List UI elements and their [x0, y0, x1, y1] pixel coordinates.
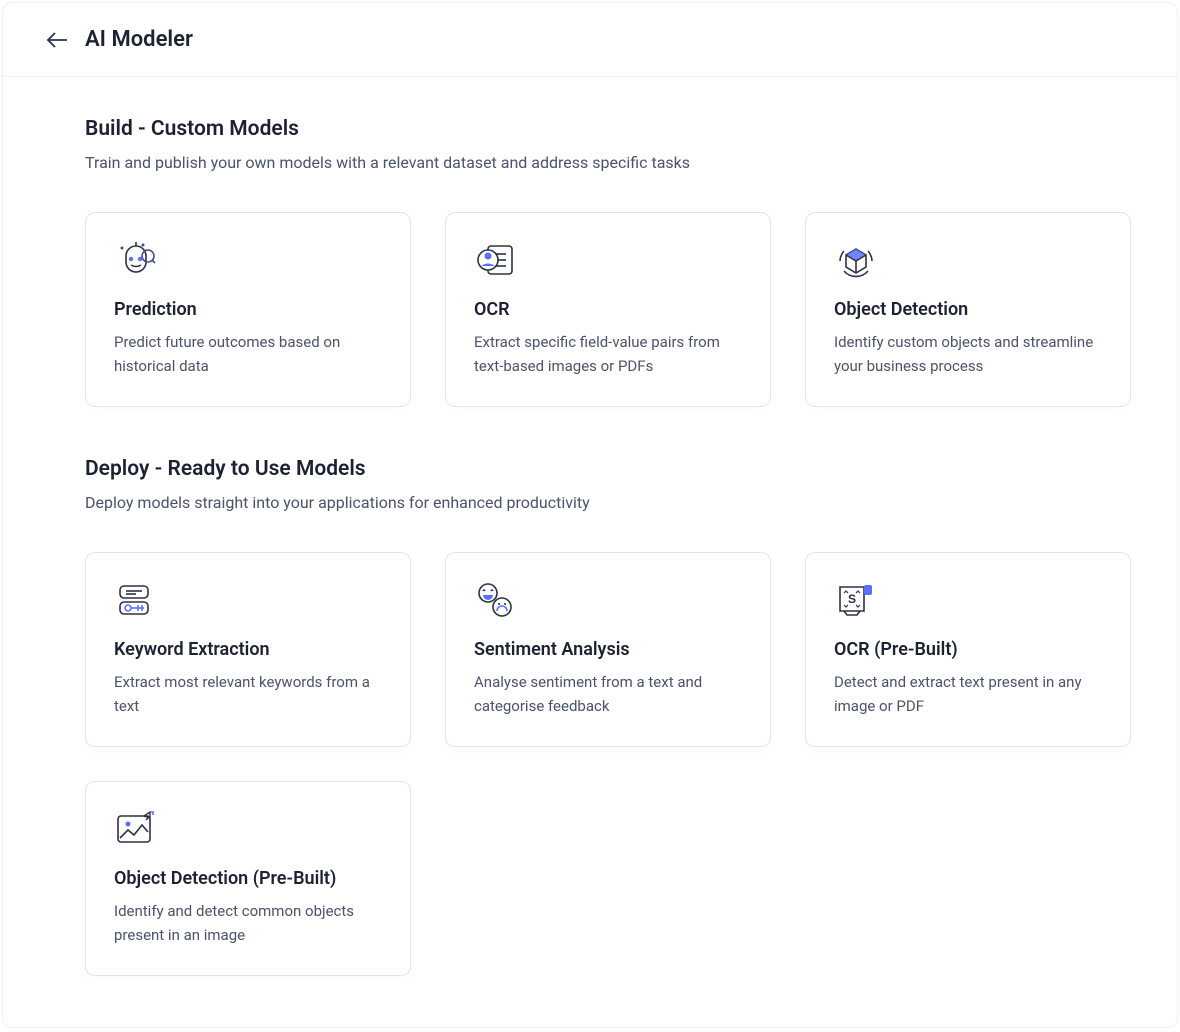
build-section: Build - Custom Models Train and publish … — [85, 117, 1095, 407]
object-detection-prebuilt-card-desc: Identify and detect common objects prese… — [114, 899, 382, 947]
ocr-icon — [474, 241, 742, 281]
prediction-card[interactable]: Prediction Predict future outcomes based… — [85, 212, 411, 407]
ocr-prebuilt-card-desc: Detect and extract text present in any i… — [834, 670, 1102, 718]
object-detection-prebuilt-card[interactable]: Object Detection (Pre-Built) Identify an… — [85, 781, 411, 976]
object-detection-icon — [834, 241, 1102, 281]
deploy-card-grid: Keyword Extraction Extract most relevant… — [85, 552, 1095, 976]
build-section-subtitle: Train and publish your own models with a… — [85, 153, 1095, 172]
keyword-extraction-card-desc: Extract most relevant keywords from a te… — [114, 670, 382, 718]
deploy-section-subtitle: Deploy models straight into your applica… — [85, 493, 1095, 512]
object-detection-card-title: Object Detection — [834, 299, 1102, 320]
ocr-prebuilt-card-title: OCR (Pre-Built) — [834, 639, 1102, 660]
svg-text:S: S — [848, 592, 856, 606]
prediction-card-title: Prediction — [114, 299, 382, 320]
prediction-card-desc: Predict future outcomes based on histori… — [114, 330, 382, 378]
ocr-prebuilt-card[interactable]: S OCR (Pre-Built) Detect and extract tex… — [805, 552, 1131, 747]
object-detection-prebuilt-card-title: Object Detection (Pre-Built) — [114, 868, 382, 889]
page-header: AI Modeler — [3, 3, 1177, 77]
page-title: AI Modeler — [85, 27, 193, 52]
back-button[interactable] — [45, 28, 69, 52]
keyword-extraction-card[interactable]: Keyword Extraction Extract most relevant… — [85, 552, 411, 747]
sentiment-analysis-card-desc: Analyse sentiment from a text and catego… — [474, 670, 742, 718]
sentiment-analysis-card-title: Sentiment Analysis — [474, 639, 742, 660]
deploy-section-title: Deploy - Ready to Use Models — [85, 457, 1095, 481]
object-detection-card-desc: Identify custom objects and streamline y… — [834, 330, 1102, 378]
ocr-card-title: OCR — [474, 299, 742, 320]
ocr-prebuilt-icon: S — [834, 581, 1102, 621]
keyword-extraction-icon — [114, 581, 382, 621]
object-detection-card[interactable]: Object Detection Identify custom objects… — [805, 212, 1131, 407]
deploy-section: Deploy - Ready to Use Models Deploy mode… — [85, 457, 1095, 976]
ocr-card-desc: Extract specific field-value pairs from … — [474, 330, 742, 378]
arrow-left-icon — [46, 31, 68, 49]
build-card-grid: Prediction Predict future outcomes based… — [85, 212, 1095, 407]
sentiment-analysis-card[interactable]: Sentiment Analysis Analyse sentiment fro… — [445, 552, 771, 747]
keyword-extraction-card-title: Keyword Extraction — [114, 639, 382, 660]
ocr-card[interactable]: OCR Extract specific field-value pairs f… — [445, 212, 771, 407]
object-detection-prebuilt-icon — [114, 810, 382, 850]
prediction-icon — [114, 241, 382, 281]
sentiment-analysis-icon — [474, 581, 742, 621]
build-section-title: Build - Custom Models — [85, 117, 1095, 141]
